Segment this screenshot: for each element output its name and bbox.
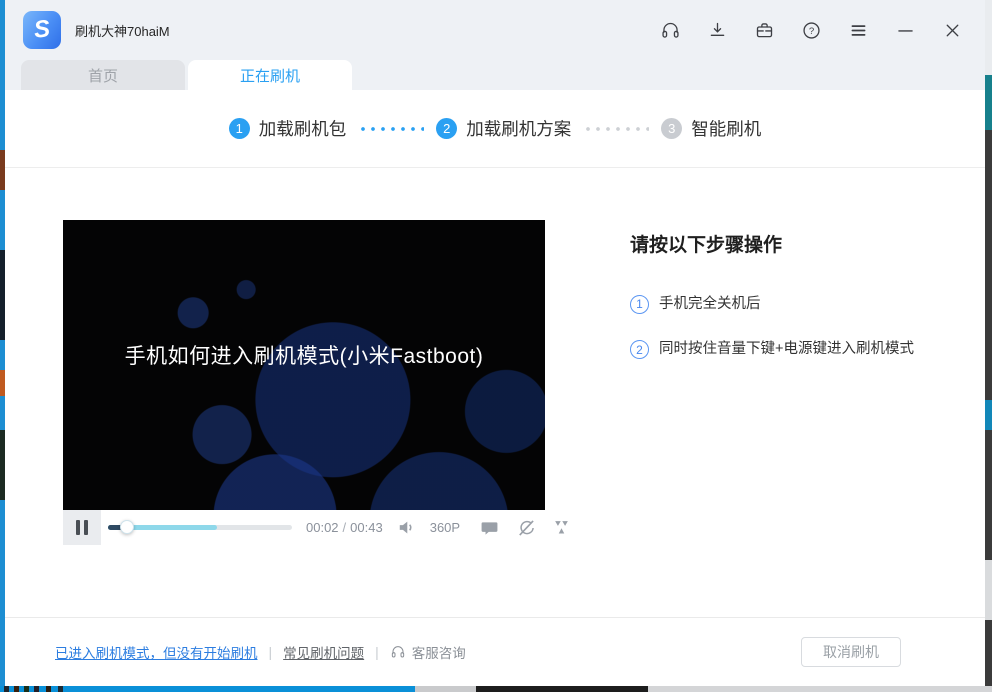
danmaku-off-icon[interactable] (516, 518, 536, 538)
instructions-panel: 请按以下步骤操作 1 手机完全关机后 2 同时按住音量下键+电源键进入刷机模式 (630, 220, 930, 617)
titlebar: S 刷机大神70haiM (5, 0, 985, 60)
step-load-package: 1 加载刷机包 (229, 116, 347, 141)
app-title: 刷机大神70haiM (75, 21, 170, 40)
video-player: 手机如何进入刷机模式(小米Fastboot) 00:02 /00:43 (63, 220, 545, 617)
step-2-circle: 2 (436, 118, 457, 139)
pause-button[interactable] (63, 510, 101, 545)
taskbar-gray-segment (415, 686, 476, 692)
step-load-plan: 2 加载刷机方案 (436, 116, 571, 141)
main-content: 手机如何进入刷机模式(小米Fastboot) 00:02 /00:43 (5, 168, 985, 617)
instruction-1-number: 1 (630, 295, 649, 314)
instructions-heading: 请按以下步骤操作 (630, 230, 930, 257)
instruction-2-text: 同时按住音量下键+电源键进入刷机模式 (659, 338, 914, 360)
tab-home[interactable]: 首页 (21, 60, 185, 90)
help-icon[interactable]: ? (800, 19, 822, 41)
seek-slider[interactable] (108, 525, 292, 530)
step-connector-2 (583, 127, 649, 131)
faq-link[interactable]: 常见刷机问题 (283, 642, 364, 662)
headset-icon[interactable] (659, 19, 681, 41)
step-2-label: 加载刷机方案 (466, 116, 571, 141)
current-time: 00:02 (306, 520, 339, 535)
step-1-circle: 1 (229, 118, 250, 139)
app-window: S 刷机大神70haiM (5, 0, 985, 686)
seek-handle[interactable] (120, 520, 134, 534)
tabbar: 首页 正在刷机 (5, 60, 985, 90)
menu-icon[interactable] (847, 19, 869, 41)
instruction-step-1: 1 手机完全关机后 (630, 293, 930, 315)
comment-icon[interactable] (479, 518, 499, 538)
support-label: 客服咨询 (412, 642, 466, 662)
minimize-icon[interactable] (894, 19, 916, 41)
footer-links: 已进入刷机模式，但没有开始刷机 | 常见刷机问题 | 客服咨询 (55, 642, 466, 662)
svg-text:?: ? (808, 26, 813, 37)
footer-separator-1: | (269, 644, 273, 660)
step-3-circle: 3 (661, 118, 682, 139)
taskbar-dark-segment (476, 686, 648, 692)
taskbar-strip (0, 686, 992, 692)
step-1-label: 加载刷机包 (259, 116, 347, 141)
app-logo-letter: S (33, 15, 52, 45)
quality-selector[interactable]: 360P (430, 520, 460, 535)
footer: 已进入刷机模式，但没有开始刷机 | 常见刷机问题 | 客服咨询 取消刷机 (5, 617, 985, 686)
volume-icon[interactable] (397, 518, 417, 538)
related-icon[interactable] (551, 518, 571, 538)
support-headset-icon (390, 644, 406, 660)
tab-flashing[interactable]: 正在刷机 (188, 60, 352, 90)
time-separator: / (343, 520, 347, 535)
close-icon[interactable] (941, 19, 963, 41)
cancel-flash-button[interactable]: 取消刷机 (801, 637, 901, 667)
instruction-2-number: 2 (630, 340, 649, 359)
video-caption: 手机如何进入刷机模式(小米Fastboot) (63, 340, 545, 370)
time-display: 00:02 /00:43 (306, 520, 383, 535)
instruction-1-text: 手机完全关机后 (659, 293, 761, 315)
video-screen[interactable]: 手机如何进入刷机模式(小米Fastboot) (63, 220, 545, 510)
step-indicator: 1 加载刷机包 2 加载刷机方案 3 智能刷机 (5, 90, 985, 168)
instruction-step-2: 2 同时按住音量下键+电源键进入刷机模式 (630, 338, 930, 360)
video-controls: 00:02 /00:43 360P (63, 510, 545, 545)
desktop-background: S 刷机大神70haiM (0, 0, 992, 692)
entered-flash-mode-link[interactable]: 已进入刷机模式，但没有开始刷机 (55, 642, 258, 662)
step-connector-1 (358, 127, 424, 131)
customer-support-link[interactable]: 客服咨询 (390, 642, 466, 662)
desktop-edge-right (985, 0, 992, 686)
step-3-label: 智能刷机 (691, 116, 761, 141)
toolbox-icon[interactable] (753, 19, 775, 41)
app-logo: S (23, 11, 61, 49)
footer-separator-2: | (375, 644, 379, 660)
download-icon[interactable] (706, 19, 728, 41)
step-smart-flash: 3 智能刷机 (661, 116, 761, 141)
duration: 00:43 (350, 520, 383, 535)
